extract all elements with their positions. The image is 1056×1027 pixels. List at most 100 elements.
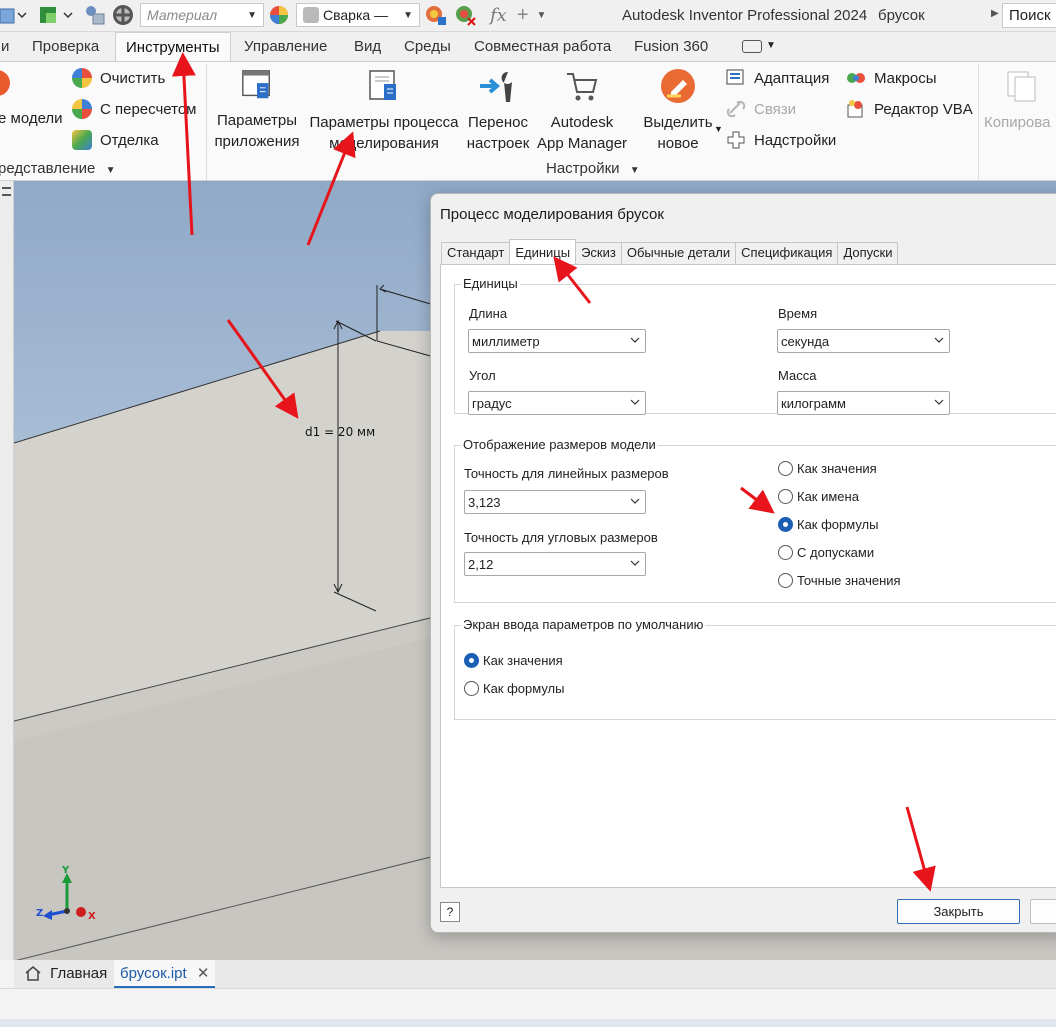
addins-button[interactable]: Надстройки bbox=[726, 130, 836, 150]
length-select[interactable]: миллиметр bbox=[468, 329, 646, 353]
link-icon bbox=[726, 100, 746, 118]
settings-group-text: Настройки bbox=[546, 160, 620, 177]
tab-partial[interactable]: и bbox=[0, 32, 19, 62]
tab-environments[interactable]: Среды bbox=[394, 32, 461, 62]
settings-group-label[interactable]: Настройки ▼ bbox=[546, 160, 640, 177]
fx-icon[interactable]: fx bbox=[490, 5, 507, 26]
application-options-button[interactable]: Параметры приложения bbox=[208, 68, 306, 152]
highlight-new-icon bbox=[661, 69, 695, 103]
adjust-appearance-icon[interactable] bbox=[424, 4, 450, 26]
finish-icon bbox=[72, 130, 92, 150]
checker-icon[interactable] bbox=[112, 4, 138, 26]
input-as-formulas-radio[interactable]: Как формулы bbox=[464, 681, 565, 696]
finish-label: Отделка bbox=[100, 131, 159, 149]
tab-view[interactable]: Вид bbox=[344, 32, 391, 62]
home-tab[interactable]: Главная bbox=[18, 960, 113, 988]
dialog-tab-bom[interactable]: Спецификация bbox=[735, 242, 839, 264]
application-options-icon bbox=[242, 70, 270, 99]
migrate-settings-button[interactable]: Перенос настроек bbox=[464, 68, 532, 154]
dialog-tab-sketch[interactable]: Эскиз bbox=[575, 242, 622, 264]
chevron-down-icon[interactable]: ▼ bbox=[714, 124, 723, 134]
copy-design-label: Копирова bbox=[984, 114, 1051, 131]
highlight-new-button[interactable]: Выделить новое bbox=[638, 68, 718, 154]
dialog-tab-standard[interactable]: Стандарт bbox=[441, 242, 511, 264]
document-settings-icon bbox=[369, 70, 396, 100]
dialog-tab-part[interactable]: Обычные детали bbox=[620, 242, 737, 264]
dialog-secondary-button[interactable] bbox=[1030, 899, 1056, 924]
migrate-settings-line2: настроек bbox=[466, 135, 530, 152]
representation-group-label[interactable]: редставление ▼ bbox=[0, 160, 115, 177]
tab-collaborate[interactable]: Совместная работа bbox=[464, 32, 621, 62]
clear-appearance-icon[interactable] bbox=[454, 4, 484, 26]
close-button[interactable]: Закрыть bbox=[897, 899, 1020, 924]
search-input[interactable]: Поиск bbox=[1002, 3, 1056, 28]
angle-select[interactable]: градус bbox=[468, 391, 646, 415]
links-button[interactable]: Связи bbox=[726, 99, 796, 119]
plus-icon[interactable]: + bbox=[517, 4, 529, 27]
panel-toggle-icon[interactable] bbox=[742, 40, 762, 53]
length-value: миллиметр bbox=[472, 334, 540, 349]
recompute-button[interactable]: С пересчетом bbox=[72, 99, 197, 119]
clean-model-icon[interactable] bbox=[0, 70, 10, 96]
dialog-tab-units[interactable]: Единицы bbox=[509, 239, 577, 264]
input-as-values-radio[interactable]: Как значения bbox=[464, 653, 563, 668]
display-with-tolerances-radio[interactable]: С допусками bbox=[778, 545, 874, 560]
application-options-line2: приложения bbox=[214, 133, 300, 150]
macros-button[interactable]: Макросы bbox=[846, 68, 937, 88]
vba-editor-button[interactable]: Редактор VBA bbox=[846, 99, 973, 119]
units-group-title: Единицы bbox=[461, 276, 520, 291]
quick-access-icons bbox=[0, 4, 138, 26]
display-as-names-radio[interactable]: Как имена bbox=[778, 489, 859, 504]
appearance-combo-text: Сварка — bbox=[323, 7, 389, 23]
dialog-tabs: Стандарт Единицы Эскиз Обычные детали Сп… bbox=[441, 239, 899, 264]
highlight-new-line2: новое bbox=[657, 135, 699, 152]
mass-select[interactable]: килограмм bbox=[777, 391, 950, 415]
display-precise-values-radio[interactable]: Точные значения bbox=[778, 573, 901, 588]
angular-precision-select[interactable]: 2,12 bbox=[464, 552, 646, 576]
tab-fusion360[interactable]: Fusion 360 bbox=[624, 32, 718, 62]
linear-precision-select[interactable]: 3,123 bbox=[464, 490, 646, 514]
radio-dot-selected bbox=[778, 517, 793, 532]
ribbon-separator bbox=[206, 64, 207, 180]
axis-x-label: X bbox=[88, 911, 96, 922]
radio-dot bbox=[778, 545, 793, 560]
color-scheme-icon[interactable] bbox=[36, 4, 84, 26]
sketch-icon[interactable] bbox=[0, 4, 28, 26]
copy-design-button[interactable]: Копирова bbox=[984, 68, 1056, 133]
display-with-tolerances-label: С допусками bbox=[797, 545, 875, 560]
document-settings-button[interactable]: Параметры процесса моделирования bbox=[306, 68, 462, 154]
clean-model-button[interactable]: е модели bbox=[0, 110, 63, 127]
help-button[interactable]: ? bbox=[440, 902, 460, 922]
dialog-tab-tolerance[interactable]: Допуски bbox=[837, 242, 899, 264]
appearance-combo[interactable]: Сварка — ▼ bbox=[296, 3, 420, 27]
clean-model-label: е модели bbox=[0, 110, 63, 127]
chevron-down-icon bbox=[630, 498, 640, 504]
menu-icon[interactable] bbox=[2, 187, 11, 196]
adaptation-button[interactable]: Адаптация bbox=[726, 68, 829, 88]
time-select[interactable]: секунда bbox=[777, 329, 950, 353]
chevron-down-icon bbox=[934, 337, 944, 343]
display-as-values-radio[interactable]: Как значения bbox=[778, 461, 877, 476]
appearance-color-icon[interactable] bbox=[268, 4, 290, 26]
chevron-right-icon[interactable]: ▶ bbox=[991, 8, 999, 19]
chevron-down-icon[interactable]: ▼ bbox=[537, 10, 547, 21]
close-tab-icon[interactable]: ✕ bbox=[197, 965, 210, 982]
dimension-label[interactable]: d1 = 20 мм bbox=[305, 425, 375, 439]
ribbon-panel: е модели Очистить С пересчетом Отделка р… bbox=[0, 61, 1056, 181]
shared-views-icon[interactable] bbox=[84, 4, 106, 26]
finish-button[interactable]: Отделка bbox=[72, 130, 159, 150]
tab-tools[interactable]: Инструменты bbox=[115, 32, 231, 62]
status-bar bbox=[0, 988, 1056, 1027]
browser-strip[interactable] bbox=[0, 181, 14, 960]
display-as-formulas-radio[interactable]: Как формулы bbox=[778, 517, 879, 532]
vba-editor-icon bbox=[847, 100, 863, 118]
tab-inspect[interactable]: Проверка bbox=[22, 32, 109, 62]
app-manager-button[interactable]: Autodesk App Manager bbox=[534, 68, 630, 154]
chevron-down-icon bbox=[934, 399, 944, 405]
file-tab[interactable]: брусок.ipt ✕ bbox=[114, 960, 216, 988]
material-combo[interactable]: Материал ▼ bbox=[140, 3, 264, 27]
clear-button[interactable]: Очистить bbox=[72, 68, 165, 88]
tab-manage[interactable]: Управление bbox=[234, 32, 337, 62]
chevron-down-icon[interactable]: ▼ bbox=[766, 40, 776, 51]
highlight-new-line1: Выделить bbox=[643, 114, 713, 131]
